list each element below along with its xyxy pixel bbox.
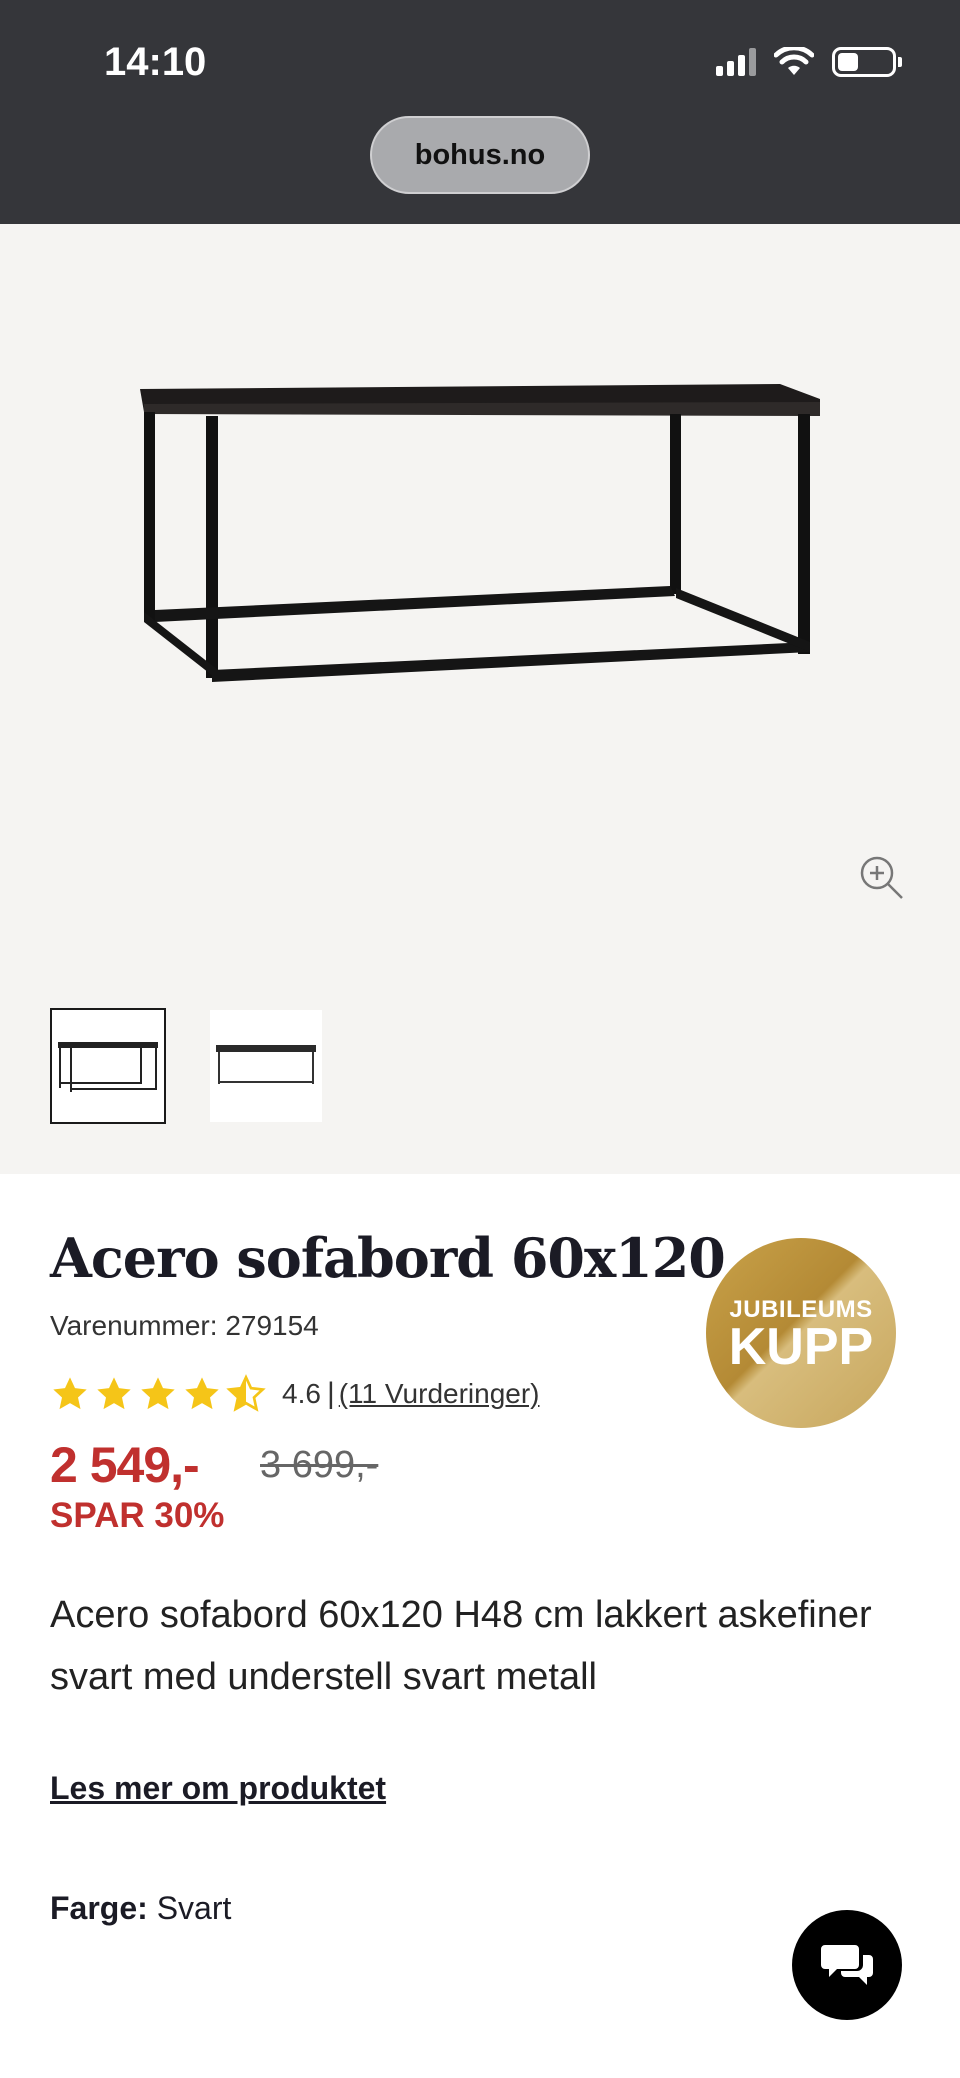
star-icon: [53, 1377, 87, 1410]
old-price: 3 699,-: [260, 1444, 379, 1486]
reviews-link[interactable]: (11 Vurderinger): [339, 1378, 540, 1410]
half-star-icon: [226, 1374, 266, 1412]
rating-value: 4.6: [282, 1378, 321, 1409]
color-selector: Farge: Svart: [50, 1890, 231, 1927]
coffee-table-image[interactable]: [130, 354, 830, 684]
jubileums-kupp-badge: JUBILEUMS KUPP: [706, 1238, 896, 1428]
thumbnail-2[interactable]: [210, 1010, 322, 1122]
rating-stars: [50, 1374, 266, 1414]
product-title: Acero sofabord 60x120: [50, 1226, 726, 1290]
battery-icon: [832, 47, 902, 77]
signal-icon: [716, 48, 756, 76]
color-value: Svart: [156, 1890, 232, 1926]
status-icons: [716, 44, 902, 80]
read-more-link[interactable]: Les mer om produktet: [50, 1770, 386, 1807]
wifi-icon: [774, 47, 814, 75]
star-icon: [97, 1377, 131, 1410]
discount-label: SPAR 30%: [50, 1496, 225, 1535]
current-price: 2 549,-: [50, 1437, 200, 1493]
chat-icon: [821, 1945, 873, 1985]
product-gallery: [0, 224, 960, 1174]
chat-button[interactable]: [792, 1910, 902, 2020]
zoom-in-icon[interactable]: [858, 854, 904, 900]
star-icon: [185, 1377, 219, 1410]
status-bar: 14:10 bohus.no: [0, 0, 960, 224]
status-time: 14:10: [104, 40, 207, 84]
star-icon: [141, 1377, 175, 1410]
color-label: Farge:: [50, 1890, 148, 1926]
product-description: Acero sofabord 60x120 H48 cm lakkert ask…: [50, 1594, 872, 1698]
rating-separator: |: [326, 1377, 335, 1410]
url-bar[interactable]: bohus.no: [370, 116, 590, 194]
thumbnail-1[interactable]: [50, 1008, 166, 1124]
badge-main-text: KUPP: [728, 1318, 874, 1376]
rating-row: 4.6 | (11 Vurderinger): [50, 1374, 540, 1414]
sku-number: Varenummer: 279154: [50, 1310, 319, 1341]
